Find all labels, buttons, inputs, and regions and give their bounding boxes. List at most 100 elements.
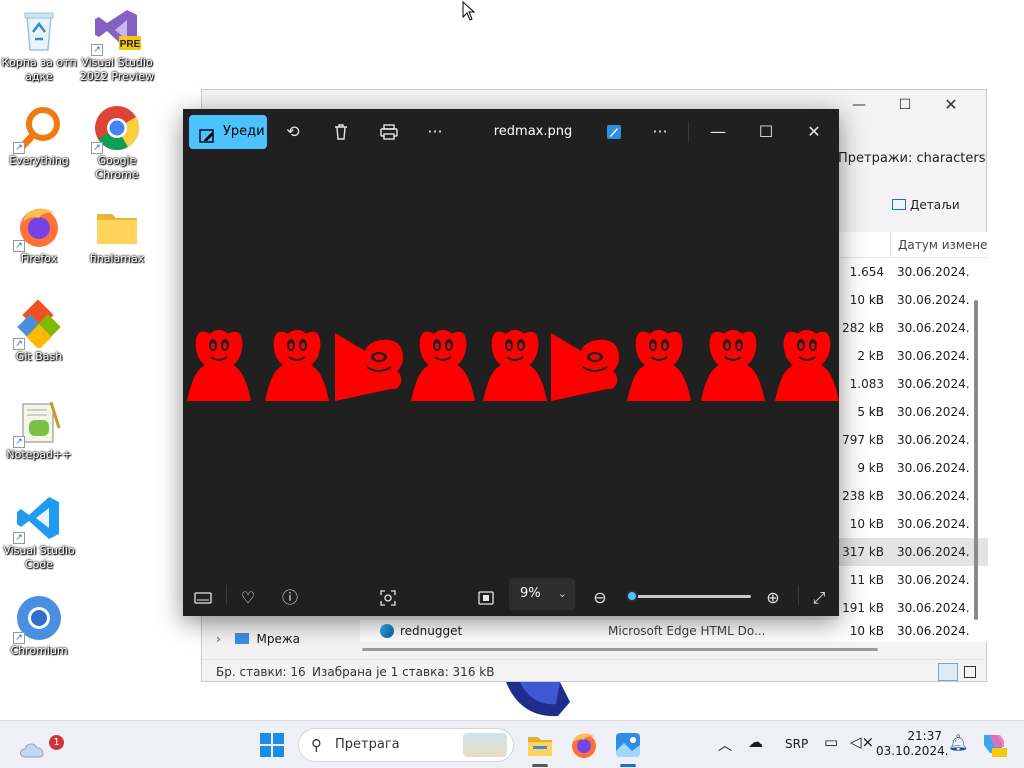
- taskbar-photos[interactable]: [612, 729, 644, 761]
- photos-minimize-button[interactable]: —: [700, 115, 736, 149]
- file-row[interactable]: 1.083 kB30.06.2024. 21: [838, 370, 988, 419]
- shortcut-arrow-icon: ↗: [13, 142, 25, 154]
- file-size: 317 kB: [842, 545, 884, 559]
- column-header-date[interactable]: Датум измене: [890, 232, 988, 258]
- desktop-icon-everything[interactable]: ↗ Everything: [0, 104, 78, 168]
- desktop-icon-recycle-bin[interactable]: Корпа за отп адке: [0, 6, 78, 84]
- more-options-button[interactable]: ···: [417, 115, 453, 149]
- file-row[interactable]: 5 kB 30.06.2024. 21: [838, 398, 988, 426]
- desktop-icon-vscode[interactable]: ↗ Visual Studio Code: [0, 494, 78, 572]
- file-row[interactable]: 282 kB 30.06.2024. 21: [838, 314, 988, 342]
- desktop-icon-visual-studio-preview[interactable]: PRE ↗ Visual Studio 2022 Preview: [78, 6, 156, 84]
- more-apps-button[interactable]: ···: [642, 115, 678, 149]
- taskbar: 1 ⚲ Претрага ︿ ☁ SRP ▭ ◁× 21:37 03.10.20…: [0, 720, 1024, 768]
- nav-pane-label: Мрежа: [256, 632, 300, 646]
- start-button[interactable]: [256, 729, 288, 761]
- file-row[interactable]: 238 kB 30.06.2024. 21: [838, 482, 988, 510]
- running-indicator: [532, 764, 548, 767]
- file-date: 30.06.2024. 21: [897, 321, 969, 335]
- photos-maximize-button[interactable]: ☐: [748, 115, 784, 149]
- zoom-slider-track[interactable]: [631, 595, 751, 598]
- chevron-right-icon: ›: [216, 632, 221, 646]
- zoom-level-dropdown[interactable]: 9% ⌄: [509, 578, 575, 610]
- network-status-icon[interactable]: ▭: [824, 733, 838, 751]
- notifications-bell-icon[interactable]: 🔔︎: [948, 733, 968, 752]
- photos-viewer-window: Уреди ⟲ ··· redmax.png ··· — ☐ ✕ ♡ ⓘ 9% …: [183, 109, 840, 616]
- file-row[interactable]: 11 kB 30.06.2024. 21: [838, 566, 988, 594]
- desktop-icon-label: Git Bash: [15, 350, 63, 363]
- pre-badge-text: PRE: [120, 39, 141, 50]
- delete-button[interactable]: [323, 115, 359, 149]
- zoom-slider-thumb[interactable]: [626, 590, 638, 602]
- onedrive-status-icon[interactable]: ☁: [748, 733, 763, 751]
- file-info-button[interactable]: ⓘ: [272, 581, 308, 615]
- explorer-minimize-button[interactable]: —: [836, 90, 882, 120]
- taskbar-search-box[interactable]: ⚲ Претрага: [298, 728, 514, 762]
- desktop-icon-chromium[interactable]: ↗ Chromium: [0, 594, 78, 658]
- photo-canvas[interactable]: [183, 329, 840, 402]
- taskbar-firefox[interactable]: [568, 729, 600, 761]
- file-row[interactable]: 1.654 kB30.06.2024. 21: [838, 258, 988, 307]
- show-hidden-icons-button[interactable]: ︿: [718, 735, 732, 755]
- shortcut-arrow-icon: ↗: [13, 532, 25, 544]
- filmstrip-button[interactable]: [185, 581, 221, 615]
- file-size: 10 kB: [849, 624, 884, 638]
- filmstrip-icon: [194, 588, 212, 607]
- volume-muted-icon[interactable]: ◁×: [850, 733, 874, 751]
- visual-search-button[interactable]: [370, 581, 406, 615]
- status-item-count: Бр. ставки: 16: [216, 665, 306, 679]
- input-language-indicator[interactable]: SRP: [785, 737, 808, 751]
- search-highlight-image-icon: [463, 733, 507, 757]
- rotate-button[interactable]: ⟲: [275, 115, 311, 149]
- photos-app-icon: [612, 733, 644, 765]
- zoom-out-button[interactable]: ⊖: [582, 581, 618, 615]
- desktop-icon-firefox[interactable]: ↗ Firefox: [0, 202, 78, 266]
- explorer-scrollbar-thumb[interactable]: [974, 300, 978, 620]
- expand-icon: ⤢: [812, 588, 826, 607]
- edit-button[interactable]: Уреди: [189, 115, 267, 149]
- file-row[interactable]: 191 kB 30.06.2024. 21: [838, 594, 988, 622]
- zoom-in-button[interactable]: ⊕: [755, 581, 791, 615]
- actual-size-button[interactable]: [468, 581, 504, 615]
- chevron-down-icon: ⌄: [557, 587, 567, 600]
- weather-widget[interactable]: 1: [18, 729, 64, 761]
- desktop-icon-notepad-plus-plus[interactable]: ↗ Notepad++: [0, 398, 78, 462]
- file-size: 9 kB: [857, 461, 884, 475]
- file-row[interactable]: 10 kB 30.06.2024. 21: [838, 510, 988, 538]
- zoom-in-icon: ⊕: [766, 588, 780, 607]
- file-list: 1.654 kB30.06.2024. 2110 kB30.06.2024. 2…: [838, 258, 988, 622]
- taskbar-file-explorer[interactable]: [524, 729, 556, 761]
- git-bash-icon: ↗: [13, 299, 63, 350]
- file-row-rednugget[interactable]: rednugget Microsoft Edge HTML Do... 10 k…: [360, 620, 988, 642]
- taskbar-clock[interactable]: 21:37 03.10.2024.: [876, 729, 949, 759]
- explorer-maximize-button[interactable]: ☐: [882, 90, 928, 120]
- file-row[interactable]: 797 kB 30.06.2024. 21: [838, 426, 988, 454]
- print-button[interactable]: [371, 115, 407, 149]
- full-screen-button[interactable]: ⤢: [801, 581, 837, 615]
- file-row[interactable]: 2 kB 30.06.2024. 21: [838, 342, 988, 370]
- file-date: 30.06.2024. 21: [897, 601, 969, 615]
- firefox-icon: ↗: [13, 202, 63, 252]
- file-row[interactable]: 317 kB 30.06.2024. 21: [838, 538, 988, 566]
- file-type: Microsoft Edge HTML Do...: [608, 624, 766, 638]
- horizontal-scrollbar[interactable]: [362, 648, 878, 651]
- copilot-preview-button[interactable]: [978, 729, 1010, 761]
- copilot-icon: [978, 735, 1008, 763]
- file-date: 30.06.2024. 21: [897, 624, 969, 638]
- desktop-icon-git-bash[interactable]: ↗ Git Bash: [0, 299, 78, 364]
- file-size: 238 kB: [842, 489, 884, 503]
- explorer-close-button[interactable]: ✕: [928, 90, 974, 120]
- details-pane-button[interactable]: Детаљи: [892, 194, 982, 216]
- tiles-view-button[interactable]: [964, 666, 976, 678]
- photos-close-button[interactable]: ✕: [796, 115, 832, 149]
- open-with-paint-button[interactable]: [596, 115, 632, 149]
- details-view-button[interactable]: [938, 663, 958, 681]
- desktop-icon-finalamax-folder[interactable]: finalamax: [78, 202, 156, 266]
- nav-pane-item-network[interactable]: › Мрежа: [212, 628, 352, 650]
- favorite-button[interactable]: ♡: [230, 581, 266, 615]
- explorer-search-box[interactable]: Претражи: characters: [838, 144, 988, 174]
- desktop-icon-google-chrome[interactable]: ↗ Google Chrome: [78, 104, 156, 182]
- file-row[interactable]: 10 kB 30.06.2024. 21: [838, 286, 988, 314]
- desktop-icon-label: Everything: [9, 154, 69, 167]
- file-row[interactable]: 9 kB 30.06.2024. 21: [838, 454, 988, 482]
